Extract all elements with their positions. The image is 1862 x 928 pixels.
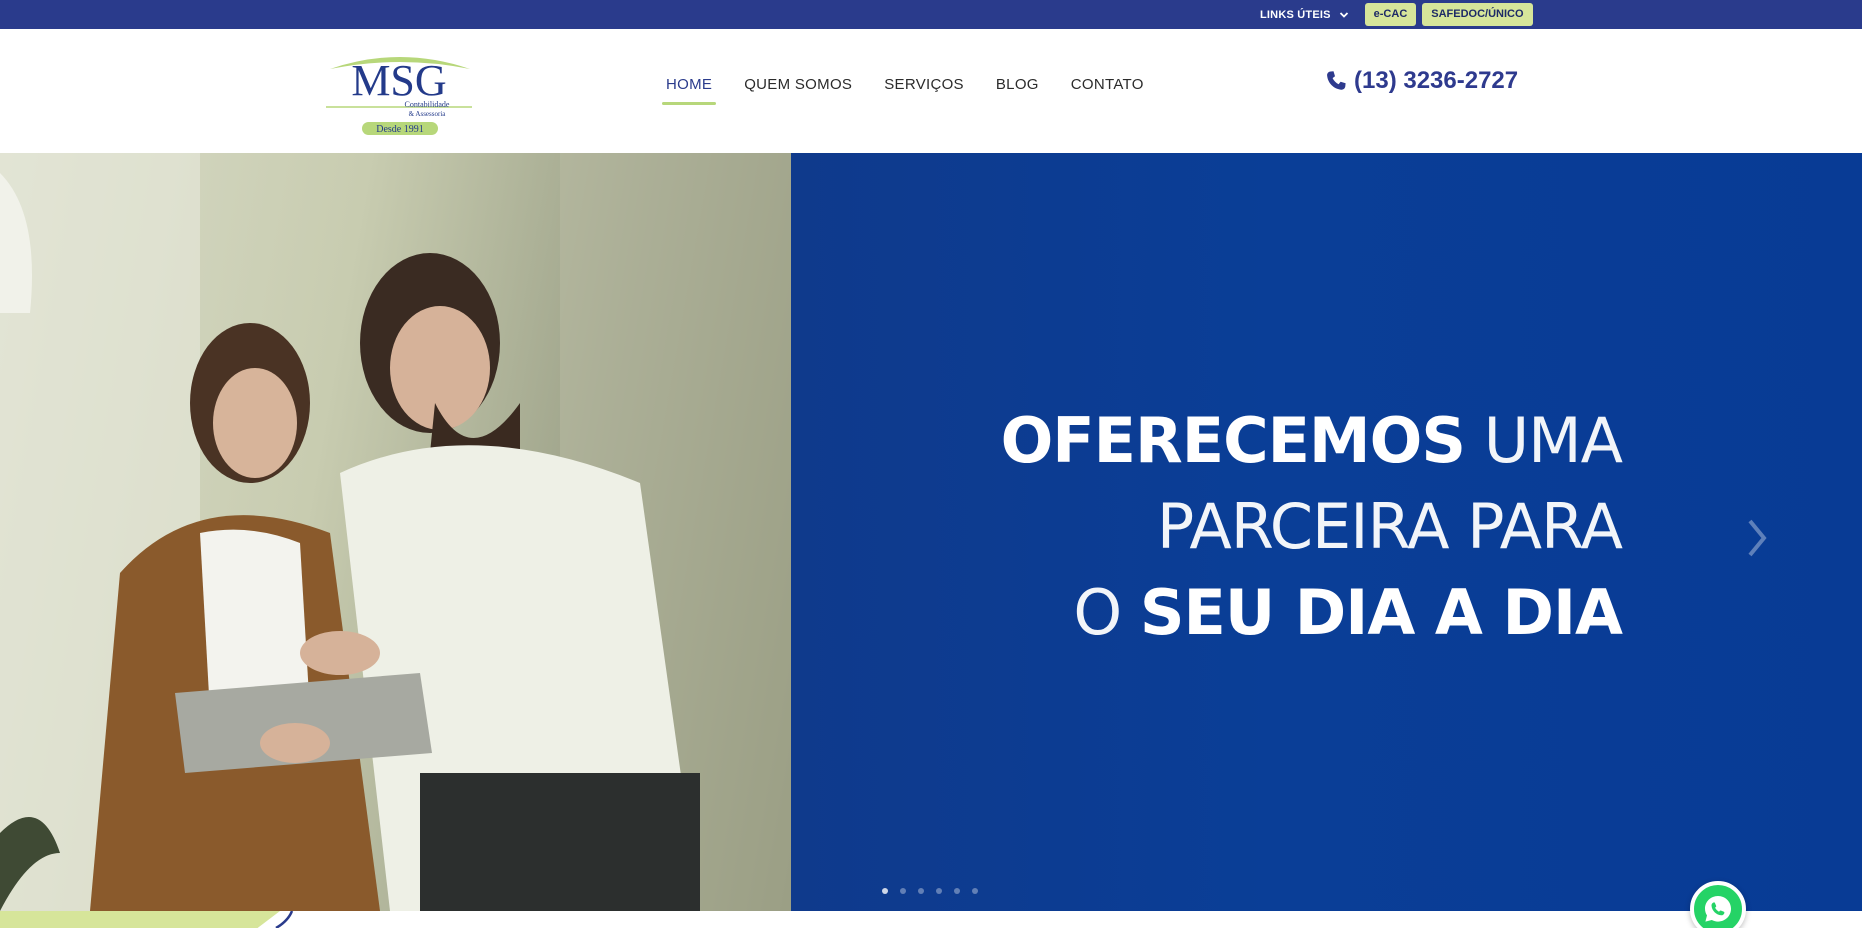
logo-line2: & Assessoria xyxy=(409,110,447,118)
whatsapp-button[interactable] xyxy=(1690,881,1746,928)
hero-line3-bold: SEU DIA A DIA xyxy=(1139,576,1623,649)
phone-link[interactable]: (13) 3236-2727 xyxy=(1324,67,1518,95)
slider-next-arrow[interactable] xyxy=(1742,513,1772,563)
slider-dots xyxy=(882,888,978,894)
phone-icon xyxy=(1327,71,1346,90)
links-uteis-dropdown[interactable]: LINKS ÚTEIS xyxy=(1260,9,1349,21)
site-header: MSG Contabilidade & Assessoria Desde 199… xyxy=(0,29,1862,153)
slider-dot-5[interactable] xyxy=(954,888,960,894)
nav-quem-somos[interactable]: QUEM SOMOS xyxy=(740,75,856,105)
nav-home[interactable]: HOME xyxy=(662,75,717,105)
logo-wordmark: MSG xyxy=(351,56,446,105)
hero-photo xyxy=(0,153,791,911)
green-accent-tab xyxy=(0,911,280,928)
ecac-button[interactable]: e-CAC xyxy=(1364,3,1417,26)
swoosh-decoration xyxy=(275,911,294,928)
slider-dot-2[interactable] xyxy=(900,888,906,894)
hero-line1-light: UMA xyxy=(1465,404,1623,477)
hero-line1-bold: OFERECEMOS xyxy=(1000,404,1466,477)
links-uteis-label: LINKS ÚTEIS xyxy=(1260,8,1331,21)
chevron-down-icon xyxy=(1339,11,1348,18)
logo-since: Desde 1991 xyxy=(376,124,424,135)
nav-blog[interactable]: BLOG xyxy=(992,75,1043,105)
chevron-right-icon xyxy=(1748,519,1767,557)
top-utility-bar: LINKS ÚTEIS e-CAC SAFEDOC/ÚNICO xyxy=(0,0,1862,29)
bottom-strip xyxy=(0,911,1862,928)
phone-number: (13) 3236-2727 xyxy=(1354,67,1519,94)
main-nav: HOME QUEM SOMOS SERVIÇOS BLOG CONTATO xyxy=(662,75,1172,105)
hero-line2-light: PARCEIRA PARA xyxy=(1156,490,1623,563)
nav-contato[interactable]: CONTATO xyxy=(1067,75,1148,105)
nav-servicos[interactable]: SERVIÇOS xyxy=(880,75,968,105)
slider-dot-6[interactable] xyxy=(972,888,978,894)
slider-dot-4[interactable] xyxy=(936,888,942,894)
msg-logo[interactable]: MSG Contabilidade & Assessoria Desde 199… xyxy=(322,51,477,139)
topbar-links: LINKS ÚTEIS e-CAC SAFEDOC/ÚNICO xyxy=(1260,0,1539,29)
hero-headline: OFERECEMOS UMA PARCEIRA PARA O SEU DIA A… xyxy=(1000,398,1623,656)
slider-dot-1[interactable] xyxy=(882,888,888,894)
hero-slider: OFERECEMOS UMA PARCEIRA PARA O SEU DIA A… xyxy=(0,153,1862,911)
logo-line1: Contabilidade xyxy=(405,100,450,109)
hero-line3-light: O xyxy=(1073,576,1140,649)
slider-dot-3[interactable] xyxy=(918,888,924,894)
whatsapp-icon xyxy=(1705,896,1731,922)
safedoc-button[interactable]: SAFEDOC/ÚNICO xyxy=(1422,3,1533,26)
